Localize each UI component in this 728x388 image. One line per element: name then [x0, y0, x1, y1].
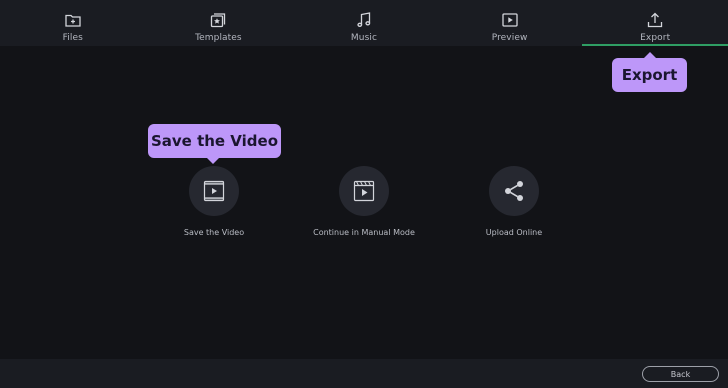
save-video-label: Save the Video: [183, 228, 245, 237]
share-icon: [505, 181, 523, 201]
back-button[interactable]: Back: [642, 366, 719, 382]
save-video-button[interactable]: [189, 166, 239, 216]
tab-export-label: Export: [640, 33, 671, 43]
save-video-option[interactable]: Save the Video: [144, 166, 284, 237]
film-play-icon: [203, 180, 225, 202]
tab-music-label: Music: [350, 33, 378, 43]
tab-templates-label: Templates: [195, 33, 242, 43]
tab-files-label: Files: [62, 33, 83, 43]
upload-online-label: Upload Online: [485, 228, 543, 237]
save-video-tooltip: Save the Video: [148, 124, 281, 164]
manual-mode-button[interactable]: [339, 166, 389, 216]
top-tab-bar: Files Templates Music Preview Export: [0, 0, 728, 46]
clapperboard-play-icon: [353, 180, 375, 202]
upload-online-option[interactable]: Upload Online: [444, 166, 584, 237]
bottom-bar: [0, 359, 728, 388]
tab-music[interactable]: Music: [291, 0, 437, 46]
upload-online-button[interactable]: [489, 166, 539, 216]
export-screen: Files Templates Music Preview Export Exp…: [0, 0, 728, 388]
templates-star-icon: [211, 13, 226, 28]
music-note-icon: [357, 12, 371, 27]
tab-export[interactable]: Export: [582, 0, 728, 46]
manual-mode-label: Continue in Manual Mode: [313, 228, 415, 237]
export-tooltip: Export: [612, 52, 687, 92]
play-preview-icon: [501, 13, 518, 27]
tab-preview[interactable]: Preview: [437, 0, 583, 46]
tab-templates[interactable]: Templates: [146, 0, 292, 46]
tab-preview-label: Preview: [491, 33, 528, 43]
tab-files[interactable]: Files: [0, 0, 146, 46]
folder-plus-icon: [65, 14, 81, 27]
manual-mode-option[interactable]: Continue in Manual Mode: [294, 166, 434, 237]
export-upload-icon: [648, 12, 663, 28]
